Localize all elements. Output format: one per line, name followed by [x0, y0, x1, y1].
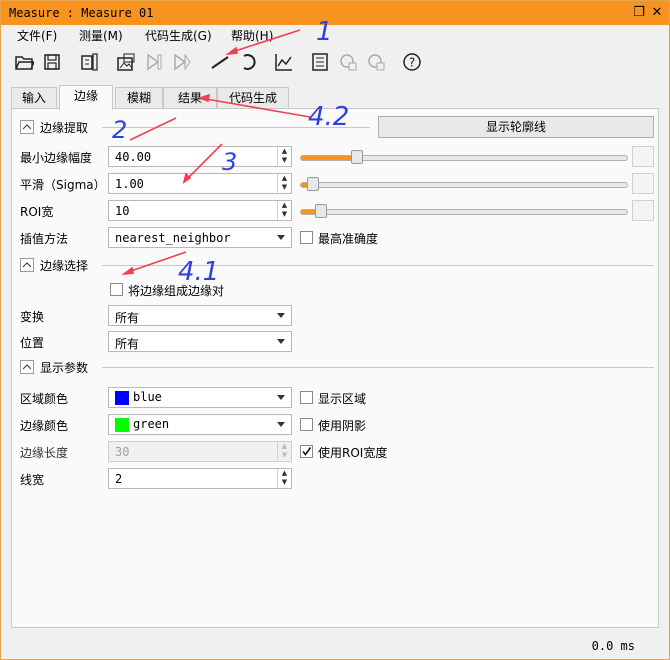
transition-label: 变换 [20, 310, 45, 324]
max-precision-checkbox[interactable] [300, 231, 313, 244]
camera-icon[interactable] [79, 51, 101, 73]
roi-width-reset-icon[interactable] [632, 200, 654, 221]
play-icon[interactable] [143, 51, 165, 73]
close-icon[interactable]: ✕ [649, 5, 665, 21]
list-icon[interactable] [309, 51, 331, 73]
show-region-label: 显示区域 [318, 392, 367, 406]
save-icon[interactable] [41, 51, 63, 73]
use-roi-width-checkbox[interactable] [300, 445, 313, 458]
chevron-down-icon [277, 395, 285, 400]
graph-icon[interactable] [273, 51, 295, 73]
min-amplitude-label: 最小边缘幅度 [20, 151, 93, 165]
edge-select-header: 边缘选择 [20, 257, 88, 273]
menu-codegen[interactable]: 代码生成(G) [145, 27, 212, 44]
divider [102, 265, 654, 266]
edge-color-label: 边缘颜色 [20, 419, 69, 433]
tab-result[interactable]: 结果 [163, 87, 217, 109]
status-time: 0.0 ms [591, 639, 635, 653]
title-bar: Measure : Measure 01 ❐ ✕ [1, 1, 669, 25]
display-title: 显示参数 [40, 360, 89, 375]
use-shadow-label: 使用阴影 [318, 419, 367, 433]
min-amplitude-slider[interactable] [300, 150, 628, 164]
edge-length-label: 边缘长度 [20, 446, 69, 460]
status-bar: 0.0 ms [1, 631, 669, 659]
menu-bar: 文件(F) 测量(M) 代码生成(G) 帮助(H) [1, 25, 669, 45]
spin-arrows[interactable]: ▲ ▼ [277, 147, 291, 166]
transition-dropdown[interactable]: 所有 [108, 305, 292, 326]
line-width-label: 线宽 [20, 473, 45, 487]
min-amplitude-reset-icon[interactable] [632, 146, 654, 167]
image-icon[interactable] [115, 51, 137, 73]
chevron-down-icon [277, 339, 285, 344]
menu-file[interactable]: 文件(F) [17, 27, 57, 44]
tab-codegen[interactable]: 代码生成 [217, 87, 289, 109]
chevron-down-icon [277, 313, 285, 318]
roi-width-slider[interactable] [300, 204, 628, 218]
smooth-reset-icon[interactable] [632, 173, 654, 194]
toolbar: ? [1, 47, 669, 77]
edge-color-dropdown[interactable]: green [108, 414, 292, 435]
tab-blur[interactable]: 模糊 [115, 87, 163, 109]
add-item-icon[interactable] [337, 51, 359, 73]
use-shadow-checkbox[interactable] [300, 418, 313, 431]
open-icon[interactable] [13, 51, 35, 73]
region-color-dropdown[interactable]: blue [108, 387, 292, 408]
green-swatch [115, 417, 129, 432]
smooth-slider[interactable] [300, 177, 628, 191]
blue-swatch [115, 390, 129, 405]
menu-measure[interactable]: 测量(M) [79, 27, 123, 44]
position-dropdown[interactable]: 所有 [108, 331, 292, 352]
smooth-label: 平滑（Sigma） [20, 178, 106, 192]
interp-dropdown[interactable]: nearest_neighbor [108, 227, 292, 248]
collapse-display[interactable] [20, 360, 34, 374]
edge-pair-label: 将边缘组成边缘对 [128, 284, 225, 298]
spin-arrows[interactable]: ▲ ▼ [277, 442, 291, 461]
svg-text:?: ? [409, 56, 415, 70]
edge-select-title: 边缘选择 [40, 258, 89, 273]
collapse-edge-select[interactable] [20, 258, 34, 272]
tab-input[interactable]: 输入 [11, 87, 57, 109]
region-color-label: 区域颜色 [20, 392, 69, 406]
line-tool-icon[interactable] [209, 51, 231, 73]
edge-panel: 边缘提取 显示轮廓线 最小边缘幅度 40.00 ▲ ▼ 平滑（Sigma） 1.0… [11, 108, 659, 628]
roi-width-spinbox[interactable]: 10 ▲ ▼ [108, 200, 292, 221]
divider [102, 367, 654, 368]
smooth-spinbox[interactable]: 1.00 ▲ ▼ [108, 173, 292, 194]
play-next-icon[interactable] [171, 51, 193, 73]
position-label: 位置 [20, 336, 45, 350]
divider [102, 127, 370, 128]
max-precision-label: 最高准确度 [318, 232, 379, 246]
show-contour-button[interactable]: 显示轮廓线 [378, 116, 654, 138]
chevron-down-icon [277, 422, 285, 427]
edge-extract-header: 边缘提取 [20, 119, 88, 135]
restore-icon[interactable]: ❐ [631, 5, 647, 21]
spin-arrows[interactable]: ▲ ▼ [277, 174, 291, 193]
window-title: Measure : Measure 01 [9, 6, 154, 20]
use-roi-width-label: 使用ROI宽度 [318, 446, 388, 460]
spin-arrows[interactable]: ▲ ▼ [277, 469, 291, 488]
menu-help[interactable]: 帮助(H) [231, 27, 273, 44]
interp-label: 插值方法 [20, 232, 69, 246]
tab-edge[interactable]: 边缘 [59, 85, 113, 110]
display-header: 显示参数 [20, 359, 88, 375]
collapse-edge-extract[interactable] [20, 120, 34, 134]
min-amplitude-spinbox[interactable]: 40.00 ▲ ▼ [108, 146, 292, 167]
line-width-spinbox[interactable]: 2 ▲ ▼ [108, 468, 292, 489]
add-item-2-icon[interactable] [365, 51, 387, 73]
show-region-checkbox[interactable] [300, 391, 313, 404]
help-icon[interactable]: ? [401, 51, 423, 73]
edge-extract-title: 边缘提取 [40, 120, 89, 135]
edge-pair-checkbox[interactable] [110, 283, 123, 296]
roi-width-label: ROI宽 [20, 205, 54, 219]
arc-tool-icon[interactable] [237, 51, 259, 73]
spin-arrows[interactable]: ▲ ▼ [277, 201, 291, 220]
measure-window: Measure : Measure 01 ❐ ✕ 文件(F) 测量(M) 代码生… [0, 0, 670, 660]
chevron-down-icon [277, 235, 285, 240]
edge-length-spinbox[interactable]: 30 ▲ ▼ [108, 441, 292, 462]
